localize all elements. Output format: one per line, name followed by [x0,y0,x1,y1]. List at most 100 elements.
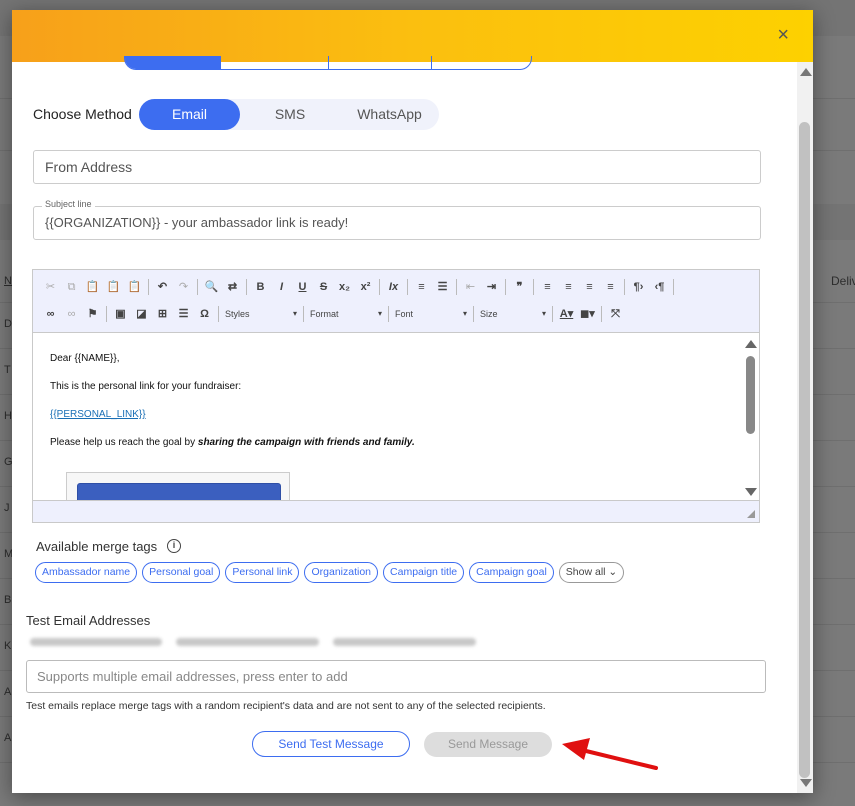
horizontal-line-icon[interactable]: ☰ [176,305,191,323]
personal-link[interactable]: {{PERSONAL_LINK}} [50,409,146,420]
align-left-icon[interactable]: ≡ [540,278,555,296]
format-dropdown[interactable]: Format ▾ [310,305,382,323]
underline-icon[interactable]: U [295,278,310,296]
scroll-up-arrow-icon[interactable] [800,68,812,76]
background-row-letter: A [4,732,12,744]
background-row-letter: J [4,502,10,514]
numbered-list-icon[interactable]: ≡ [414,278,429,296]
editor-scroll-down-icon[interactable] [745,488,757,496]
background-column-header-right: Deliv [831,274,855,288]
subject-line-field[interactable]: Subject line {{ORGANIZATION}} - your amb… [33,199,761,240]
merge-tags-list: Ambassador name Personal goal Personal l… [35,562,629,583]
merge-tag-campaign-title[interactable]: Campaign title [383,562,465,583]
background-row-letter: D [4,318,12,330]
cut-icon[interactable]: ✂ [43,278,58,296]
embed-icon[interactable]: ◪ [134,305,149,323]
superscript-icon[interactable]: x² [358,278,373,296]
scrollbar-thumb[interactable] [799,122,810,778]
table-icon[interactable]: ⊞ [155,305,170,323]
step-tab-active[interactable] [125,56,221,69]
chevron-down-icon: ⌄ [608,566,618,578]
modal-scrollbar[interactable] [797,62,813,793]
unlink-icon[interactable]: ∞ [64,305,79,323]
outdent-icon[interactable]: ⇤ [463,278,478,296]
editor-scrollbar-thumb[interactable] [746,356,755,434]
paste-text-icon[interactable]: 📋 [106,278,121,296]
italic-icon[interactable]: I [274,278,289,296]
subscript-icon[interactable]: x₂ [337,278,352,296]
anchor-flag-icon[interactable]: ⚑ [85,305,100,323]
merge-tag-ambassador-name[interactable]: Ambassador name [35,562,138,583]
remove-format-icon[interactable]: Ix [386,278,401,296]
subject-line-value: {{ORGANIZATION}} - your ambassador link … [45,215,349,230]
paste-word-icon[interactable]: 📋 [127,278,142,296]
facebook-share-button[interactable] [77,483,281,500]
method-selector: Email SMS WhatsApp [139,99,439,130]
send-test-message-button[interactable]: Send Test Message [252,731,410,757]
share-button-block [66,472,290,500]
ltr-direction-icon[interactable]: ¶› [631,278,646,296]
copy-icon[interactable]: ⧉ [64,278,79,296]
bulleted-list-icon[interactable]: ☰ [435,278,450,296]
show-all-tags-button[interactable]: Show all ⌄ [558,562,625,583]
align-center-icon[interactable]: ≡ [561,278,576,296]
test-email-helper-text: Test emails replace merge tags with a ra… [26,700,546,712]
editor-footer [33,500,759,522]
background-row-letter: H [4,410,12,422]
styles-dropdown[interactable]: Styles ▾ [225,305,297,323]
background-color-icon[interactable]: ◼▾ [580,305,595,323]
blockquote-icon[interactable]: ❞ [512,278,527,296]
text-color-icon[interactable]: A▾ [559,305,574,323]
image-icon[interactable]: ▣ [113,305,128,323]
maximize-icon[interactable]: ⤧ [608,305,623,323]
subject-line-legend: Subject line [42,199,95,209]
editor-scroll-up-icon[interactable] [745,340,757,348]
bold-icon[interactable]: B [253,278,268,296]
replace-icon[interactable]: ⇄ [225,278,240,296]
method-email-button[interactable]: Email [139,99,240,130]
align-justify-icon[interactable]: ≡ [603,278,618,296]
test-email-label: Test Email Addresses [26,613,151,628]
close-icon[interactable]: × [777,24,789,46]
editor-toolbar: ✂ ⧉ 📋 📋 📋 ↶ ↷ 🔍 ⇄ B I U S x₂ x² Ix ≡ ☰ ⇤… [33,270,759,333]
merge-tag-organization[interactable]: Organization [304,562,379,583]
info-icon[interactable]: i [167,539,181,553]
method-sms-button[interactable]: SMS [240,99,340,130]
rtl-direction-icon[interactable]: ‹¶ [652,278,667,296]
from-address-field[interactable]: From Address [33,150,761,184]
paste-icon[interactable]: 📋 [85,278,100,296]
resize-grip-icon[interactable] [747,510,755,518]
font-dropdown[interactable]: Font ▾ [395,305,467,323]
rich-text-editor: ✂ ⧉ 📋 📋 📋 ↶ ↷ 🔍 ⇄ B I U S x₂ x² Ix ≡ ☰ ⇤… [32,269,760,523]
background-row-letter: A [4,686,12,698]
merge-tag-personal-goal[interactable]: Personal goal [142,562,221,583]
method-whatsapp-button[interactable]: WhatsApp [340,99,439,130]
find-icon[interactable]: 🔍 [204,278,219,296]
merge-tag-campaign-goal[interactable]: Campaign goal [469,562,554,583]
body-line-personal-link: This is the personal link for your fundr… [50,381,242,392]
undo-icon[interactable]: ↶ [155,278,170,296]
indent-icon[interactable]: ⇥ [484,278,499,296]
redo-icon[interactable]: ↷ [176,278,191,296]
strikethrough-icon[interactable]: S [316,278,331,296]
greeting-text: Dear {{NAME}}, [50,353,120,364]
link-icon[interactable]: ∞ [43,305,58,323]
blurred-email-addresses [30,636,490,648]
step-tabs[interactable] [124,56,532,70]
test-email-input[interactable]: Supports multiple email addresses, press… [26,660,766,693]
choose-method-label: Choose Method [33,106,132,122]
background-row-letter: K [4,640,12,652]
scroll-down-arrow-icon[interactable] [800,779,812,787]
background-column-header: N [4,275,12,287]
from-address-placeholder: From Address [45,159,133,175]
background-row-letter: B [4,594,12,606]
size-dropdown[interactable]: Size ▾ [480,305,546,323]
merge-tag-personal-link[interactable]: Personal link [225,562,300,583]
special-char-icon[interactable]: Ω [197,305,212,323]
editor-scrollbar[interactable] [741,334,759,500]
send-message-button[interactable]: Send Message [424,732,552,757]
align-right-icon[interactable]: ≡ [582,278,597,296]
editor-content[interactable]: Dear {{NAME}}, This is the personal link… [33,334,741,500]
body-line-help: Please help us reach the goal by sharing… [50,437,415,448]
background-row-letter: T [4,364,11,376]
